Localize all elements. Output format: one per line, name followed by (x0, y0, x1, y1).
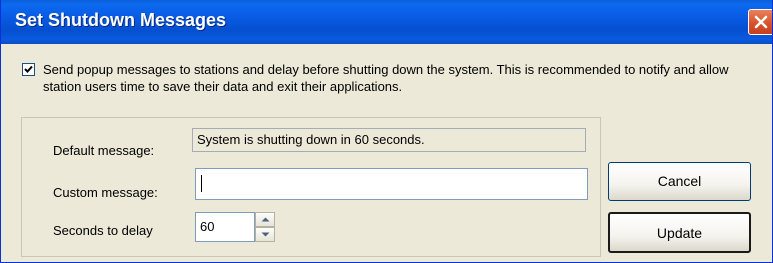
spin-down-button[interactable] (255, 227, 275, 242)
seconds-spinner (255, 212, 275, 242)
title-bar[interactable]: Set Shutdown Messages (1, 0, 772, 44)
update-button[interactable]: Update (608, 212, 751, 253)
close-button[interactable] (748, 9, 772, 35)
dialog-content: Send popup messages to stations and dela… (1, 44, 772, 262)
text-caret (201, 175, 202, 192)
shutdown-messages-dialog: Set Shutdown Messages Send popup message… (0, 0, 773, 263)
custom-message-input[interactable] (195, 168, 588, 200)
arrow-down-icon (261, 232, 270, 237)
arrow-up-icon (261, 217, 270, 222)
seconds-delay-label: Seconds to delay (53, 223, 153, 238)
default-message-label: Default message: (53, 143, 155, 158)
window-title: Set Shutdown Messages (15, 10, 227, 30)
custom-message-label: Custom message: (53, 185, 158, 200)
seconds-delay-input[interactable]: 60 (195, 212, 255, 242)
send-popup-checkbox[interactable] (22, 63, 35, 76)
default-message-field: System is shutting down in 60 seconds. (192, 128, 586, 152)
check-icon (24, 65, 33, 73)
cancel-button[interactable]: Cancel (608, 162, 751, 201)
send-popup-label: Send popup messages to stations and dela… (43, 62, 729, 94)
close-icon (754, 15, 768, 29)
spin-up-button[interactable] (255, 212, 275, 227)
